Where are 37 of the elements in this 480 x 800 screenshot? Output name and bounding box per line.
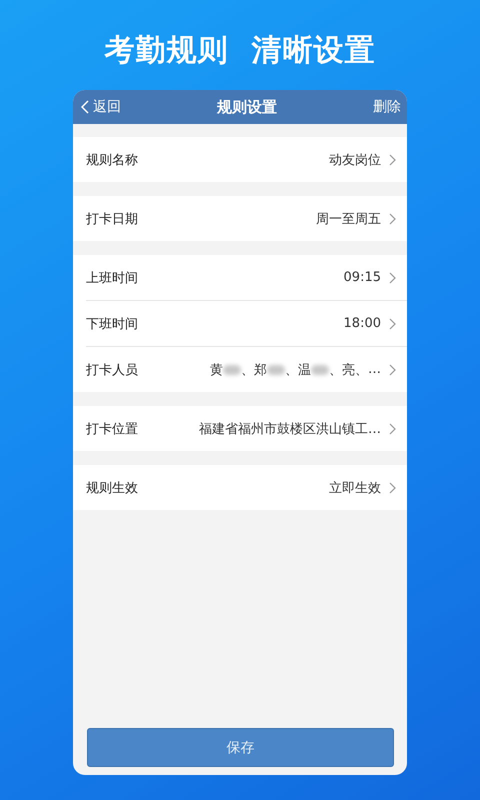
chevron-icon bbox=[389, 154, 396, 166]
separator: 、 bbox=[285, 362, 298, 378]
headline: 考勤规则 清晰设置 bbox=[104, 32, 376, 70]
row-label: 上班时间 bbox=[86, 270, 139, 286]
row-value: 福建省福州市鼓楼区洪山镇工… bbox=[199, 420, 381, 438]
row-value: 立即生效 bbox=[329, 480, 381, 496]
row-label: 打卡日期 bbox=[86, 210, 139, 228]
delete-button[interactable]: 删除 bbox=[373, 98, 401, 116]
chevron-icon bbox=[389, 364, 396, 376]
more-indicator: … bbox=[368, 362, 381, 377]
chevron-icon bbox=[389, 212, 396, 224]
person-name: 黄 bbox=[210, 362, 223, 378]
row-value: 动友岗位 bbox=[329, 152, 381, 168]
chevron-icon bbox=[389, 272, 396, 284]
separator: 、 bbox=[241, 362, 254, 378]
row-label: 规则生效 bbox=[86, 480, 139, 496]
person-name: 温 bbox=[298, 362, 311, 378]
row-label: 下班时间 bbox=[86, 316, 139, 332]
chevron-icon bbox=[389, 482, 396, 494]
chevron-icon bbox=[389, 422, 396, 434]
person-name: 郑 bbox=[254, 362, 267, 378]
row-label: 打卡人员 bbox=[86, 362, 139, 378]
row-value: 18:00 bbox=[344, 316, 381, 331]
person-name: 亮 bbox=[342, 362, 355, 378]
row-value: 09:15 bbox=[344, 270, 381, 285]
settings-row[interactable]: 打卡人员 黄 、郑 、温 、亮、… bbox=[86, 347, 407, 392]
chevron-icon bbox=[389, 318, 396, 330]
page-title: 规则设置 bbox=[217, 98, 277, 116]
settings-row[interactable]: 下班时间 18:00 bbox=[86, 301, 407, 347]
back-icon bbox=[81, 100, 89, 114]
separator: 、 bbox=[355, 362, 368, 378]
separator: 、 bbox=[329, 362, 342, 378]
settings-row[interactable]: 上班时间 09:15 bbox=[86, 255, 407, 301]
back-button[interactable]: 返回 bbox=[81, 98, 121, 116]
row-label: 规则名称 bbox=[86, 152, 139, 168]
row-label: 打卡位置 bbox=[86, 420, 139, 438]
row-value: 周一至周五 bbox=[316, 210, 381, 228]
